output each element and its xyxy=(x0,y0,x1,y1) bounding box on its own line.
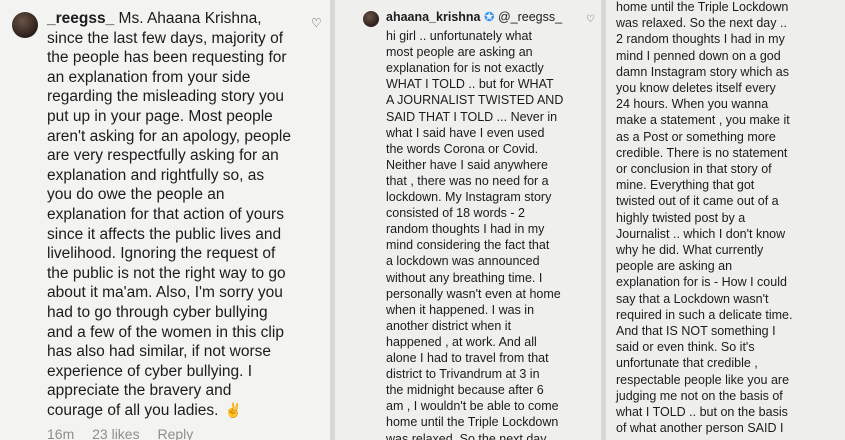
comment-line: an explanation from your side xyxy=(47,67,250,88)
avatar[interactable] xyxy=(12,12,38,38)
comment-line-text: and a few of the women in this clip xyxy=(47,323,284,341)
avatar[interactable] xyxy=(363,11,379,27)
comment-line: about it ma'am. Also, I'm sorry you xyxy=(47,282,283,303)
comment-line-text: since it affects the public lives and xyxy=(47,225,282,243)
comment-meta: 16m 23 likes Reply xyxy=(47,426,207,440)
comment-line-text: you do owe the people an xyxy=(47,186,225,204)
victory-hand-icon: ✌ xyxy=(224,402,242,418)
comment-line: since it affects the public lives and xyxy=(47,224,281,245)
comment-line-text: had to go through cyber bullying xyxy=(47,304,268,321)
middle-comment-panel: ♡ ahaana_krishna ✪ @_reegss_ hi girl .. … xyxy=(335,0,601,440)
comment-line-text: regarding the misleading story you xyxy=(47,88,284,106)
comment-line: since the last few days, majority of xyxy=(47,28,283,49)
comment-line: put up in your page. Most people xyxy=(47,106,273,127)
like-heart-icon[interactable]: ♡ xyxy=(311,16,322,30)
right-comment-panel: home until the Triple Lockdown was relaxe… xyxy=(606,0,845,440)
comment-line-text: since the last few days, majority of xyxy=(47,29,284,47)
comment-line: you do owe the people an xyxy=(47,184,225,205)
comment-likes[interactable]: 23 likes xyxy=(92,426,139,440)
comment-line-text: an explanation from your side xyxy=(47,68,251,86)
comment-line: the public is not the right way to go xyxy=(47,263,286,284)
comment-line-text: the people has been requesting for xyxy=(47,49,287,67)
comment-line: of what another person SAID I xyxy=(616,421,784,436)
comment-line: had to go through cyber bullying xyxy=(47,302,268,323)
comment-line-text: livelihood. Ignoring the request of xyxy=(47,245,276,263)
comment-line: has also had similar, if not worse xyxy=(47,341,271,362)
comment-line-text: explanation for that action of yours xyxy=(47,206,284,223)
comment-line: courage of all you ladies. ✌ xyxy=(47,400,242,421)
comment-username[interactable]: _reegss_ xyxy=(47,10,114,27)
comment-line: and a few of the women in this clip xyxy=(47,322,284,343)
comment-line-text: aren't asking for an apology, people xyxy=(47,127,291,145)
reply-username[interactable]: ahaana_krishna xyxy=(386,10,481,24)
verified-badge-icon: ✪ xyxy=(483,10,495,24)
comment-first-line: _reegss_ Ms. Ahaana Krishna, xyxy=(47,8,262,29)
comment-line: Ms. Ahaana Krishna, xyxy=(118,10,262,27)
comment-line-text: experience of cyber bullying. I xyxy=(47,362,253,380)
mention-link[interactable]: @_reegss_ xyxy=(498,10,562,24)
comment-line-text: explanation and rightfully so, as xyxy=(47,166,265,184)
comment-line: the people has been requesting for xyxy=(47,47,287,68)
comment-line: experience of cyber bullying. I xyxy=(47,361,252,382)
reply-button[interactable]: Reply xyxy=(157,426,193,440)
comment-line-text: about it ma'am. Also, I'm sorry you xyxy=(47,284,283,302)
like-heart-icon[interactable]: ♡ xyxy=(586,14,595,25)
left-comment-panel: ♡ _reegss_ Ms. Ahaana Krishna, since the… xyxy=(0,0,330,440)
comment-line: regarding the misleading story you xyxy=(47,86,284,107)
comment-time: 16m xyxy=(47,426,75,440)
comment-line-text: has also had similar, if not worse xyxy=(47,343,271,361)
comment-line: aren't asking for an apology, people xyxy=(47,126,291,147)
comment-line-text: are very respectfully asking for an xyxy=(47,147,279,165)
comment-line: are very respectfully asking for an xyxy=(47,145,279,166)
comment-line: explanation for that action of yours xyxy=(47,204,284,225)
comment-line-text: courage of all you ladies. xyxy=(47,402,219,419)
comment-line-text: the public is not the right way to go xyxy=(47,264,286,282)
comment-line: appreciate the bravery and xyxy=(47,380,231,401)
comment-line-text: appreciate the bravery and xyxy=(47,382,232,400)
comment-line: was relaxed. So the next day .. xyxy=(386,431,557,440)
reply-header: ahaana_krishna ✪ @_reegss_ xyxy=(386,8,562,28)
comment-line: livelihood. Ignoring the request of xyxy=(47,243,275,264)
comment-line-text: put up in your page. Most people xyxy=(47,108,273,125)
comment-line: explanation and rightfully so, as xyxy=(47,165,264,186)
